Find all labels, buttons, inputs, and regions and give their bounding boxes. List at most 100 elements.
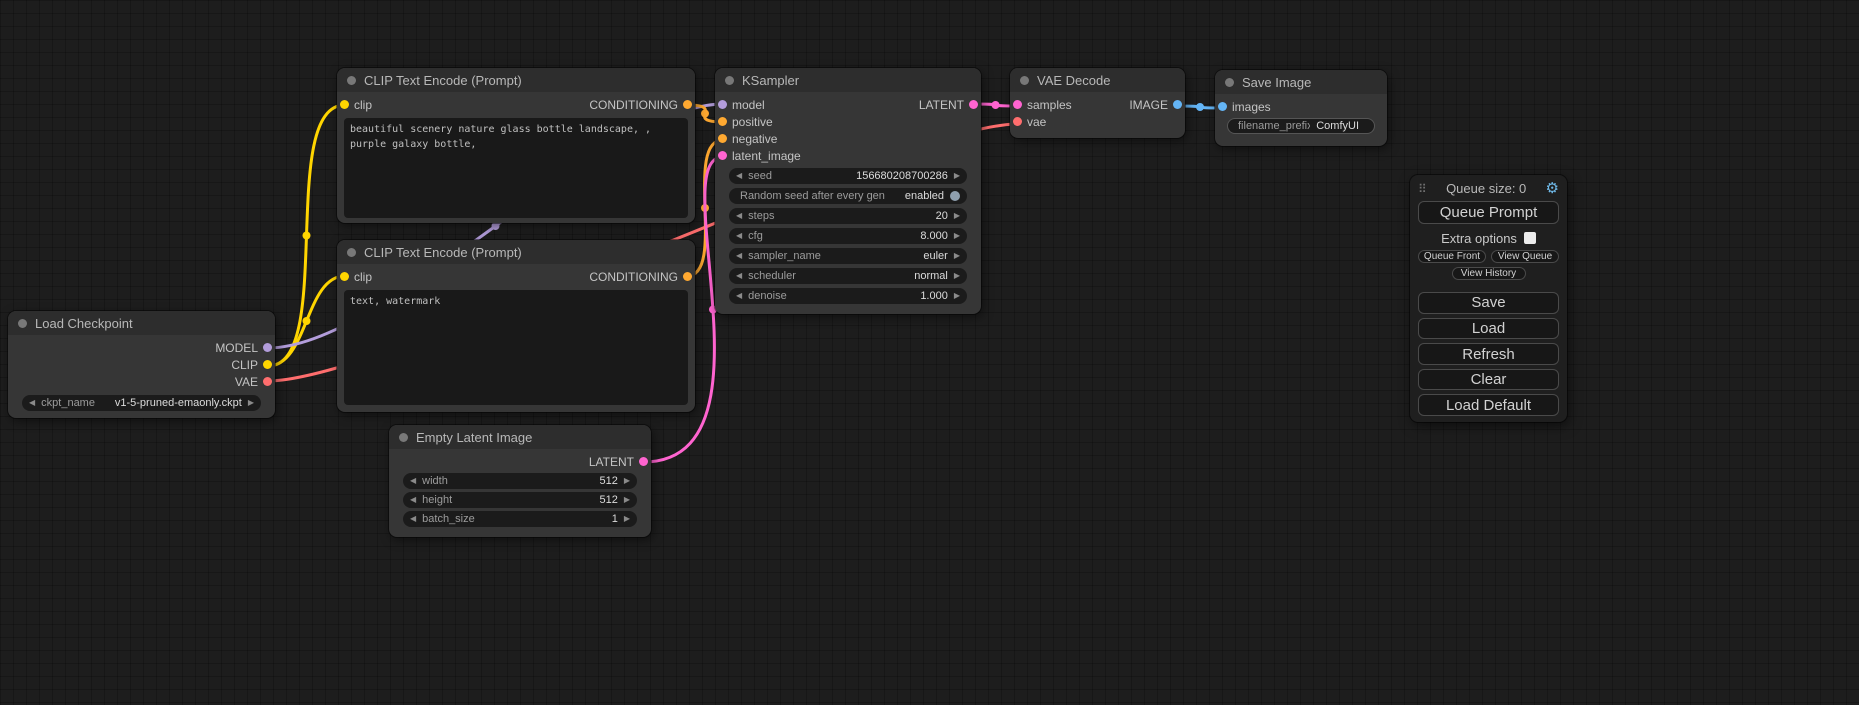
conditioning-output-port[interactable] [683,100,692,109]
node-title-bar[interactable]: Save Image [1215,70,1387,94]
next-value-arrow-icon[interactable]: ▶ [954,252,960,260]
prev-value-arrow-icon[interactable]: ◀ [29,399,35,407]
queue-front-button[interactable]: Queue Front [1418,250,1486,263]
extra-options-label: Extra options [1441,231,1517,246]
link-midpoint-dot [1196,103,1204,111]
ckpt-name-widget[interactable]: ◀ ckpt_name v1-5-pruned-emaonly.ckpt ▶ [22,395,261,411]
load-button[interactable]: Load [1418,318,1559,340]
latent-output-port[interactable] [969,100,978,109]
node-title: KSampler [742,73,799,88]
node-title-bar[interactable]: CLIP Text Encode (Prompt) [337,68,695,92]
model-output-port[interactable] [263,343,272,352]
node-title-bar[interactable]: CLIP Text Encode (Prompt) [337,240,695,264]
samples-input-port[interactable] [1013,100,1022,109]
increase-arrow-icon[interactable]: ▶ [954,292,960,300]
node-save-image[interactable]: Save Image images filename_prefix ComfyU… [1215,70,1387,146]
next-value-arrow-icon[interactable]: ▶ [954,272,960,280]
view-queue-button[interactable]: View Queue [1491,250,1559,263]
denoise-widget[interactable]: ◀ denoise 1.000 ▶ [729,288,967,304]
increase-arrow-icon[interactable]: ▶ [624,515,630,523]
image-output-port[interactable] [1173,100,1182,109]
random-seed-toggle-widget[interactable]: Random seed after every gen enabled [729,188,967,204]
latent-output-port[interactable] [639,457,648,466]
prev-value-arrow-icon[interactable]: ◀ [736,272,742,280]
node-title-bar[interactable]: KSampler [715,68,981,92]
widget-value: ComfyUI [1316,120,1367,132]
save-button[interactable]: Save [1418,292,1559,314]
increase-arrow-icon[interactable]: ▶ [954,232,960,240]
decrease-arrow-icon[interactable]: ◀ [736,292,742,300]
scheduler-widget[interactable]: ◀ scheduler normal ▶ [729,268,967,284]
widget-label: seed [748,170,850,182]
node-title-bar[interactable]: VAE Decode [1010,68,1185,92]
steps-widget[interactable]: ◀ steps 20 ▶ [729,208,967,224]
widget-label: ckpt_name [41,397,109,409]
positive-input-port[interactable] [718,117,727,126]
node-title-bar[interactable]: Empty Latent Image [389,425,651,449]
drag-handle-icon[interactable]: ⠿ [1418,182,1427,196]
decrease-arrow-icon[interactable]: ◀ [410,477,416,485]
increase-arrow-icon[interactable]: ▶ [624,496,630,504]
filename-prefix-widget[interactable]: filename_prefix ComfyUI [1227,118,1375,134]
link-midpoint-dot [701,110,709,118]
node-vae-decode[interactable]: VAE Decode samples IMAGE vae [1010,68,1185,138]
refresh-button[interactable]: Refresh [1418,343,1559,365]
collapse-dot-icon[interactable] [399,433,408,442]
negative-input-port[interactable] [718,134,727,143]
positive-prompt-textarea[interactable]: beautiful scenery nature glass bottle la… [344,118,688,218]
increase-arrow-icon[interactable]: ▶ [954,212,960,220]
images-input-port[interactable] [1218,102,1227,111]
queue-prompt-button[interactable]: Queue Prompt [1418,201,1559,225]
vae-output-port[interactable] [263,377,272,386]
decrease-arrow-icon[interactable]: ◀ [410,515,416,523]
decrease-arrow-icon[interactable]: ◀ [736,212,742,220]
width-widget[interactable]: ◀ width 512 ▶ [403,473,637,489]
node-load-checkpoint[interactable]: Load Checkpoint MODEL CLIP VAE ◀ ckpt_na… [8,311,275,418]
node-empty-latent-image[interactable]: Empty Latent Image LATENT ◀ width 512 ▶ … [389,425,651,537]
widget-label: cfg [748,230,914,242]
sampler-name-widget[interactable]: ◀ sampler_name euler ▶ [729,248,967,264]
clip-output-port[interactable] [263,360,272,369]
samples-input-label: samples [1027,98,1072,112]
latent-image-input-port[interactable] [718,151,727,160]
increase-arrow-icon[interactable]: ▶ [624,477,630,485]
seed-widget[interactable]: ◀ seed 156680208700286 ▶ [729,168,967,184]
clip-input-port[interactable] [340,100,349,109]
node-clip-text-encode-positive[interactable]: CLIP Text Encode (Prompt) clip CONDITION… [337,68,695,223]
comfyui-canvas[interactable]: { "colors": { "model": "#B39DDB", "clip"… [0,0,1859,705]
cfg-widget[interactable]: ◀ cfg 8.000 ▶ [729,228,967,244]
vae-input-port[interactable] [1013,117,1022,126]
next-value-arrow-icon[interactable]: ▶ [248,399,254,407]
view-history-button[interactable]: View History [1452,267,1526,280]
decrease-arrow-icon[interactable]: ◀ [736,172,742,180]
decrease-arrow-icon[interactable]: ◀ [410,496,416,504]
model-input-port[interactable] [718,100,727,109]
node-ksampler[interactable]: KSampler model LATENT positive negative … [715,68,981,314]
batch-size-widget[interactable]: ◀ batch_size 1 ▶ [403,511,637,527]
queue-size-label: Queue size: 0 [1446,181,1526,196]
node-title-bar[interactable]: Load Checkpoint [8,311,275,335]
height-widget[interactable]: ◀ height 512 ▶ [403,492,637,508]
collapse-dot-icon[interactable] [347,248,356,257]
node-title: Load Checkpoint [35,316,133,331]
load-default-button[interactable]: Load Default [1418,394,1559,416]
node-clip-text-encode-negative[interactable]: CLIP Text Encode (Prompt) clip CONDITION… [337,240,695,412]
increase-arrow-icon[interactable]: ▶ [954,172,960,180]
collapse-dot-icon[interactable] [725,76,734,85]
settings-gear-icon[interactable]: ⚙ [1546,181,1559,196]
prev-value-arrow-icon[interactable]: ◀ [736,252,742,260]
collapse-dot-icon[interactable] [1225,78,1234,87]
collapse-dot-icon[interactable] [1020,76,1029,85]
collapse-dot-icon[interactable] [347,76,356,85]
collapse-dot-icon[interactable] [18,319,27,328]
widget-value: 1.000 [920,290,948,302]
conditioning-output-port[interactable] [683,272,692,281]
clear-button[interactable]: Clear [1418,369,1559,391]
widget-label: denoise [748,290,914,302]
link-midpoint-dot [303,232,311,240]
negative-prompt-textarea[interactable]: text, watermark [344,290,688,405]
extra-options-checkbox[interactable] [1524,232,1536,244]
toggle-indicator-icon[interactable] [950,191,960,201]
clip-input-port[interactable] [340,272,349,281]
decrease-arrow-icon[interactable]: ◀ [736,232,742,240]
